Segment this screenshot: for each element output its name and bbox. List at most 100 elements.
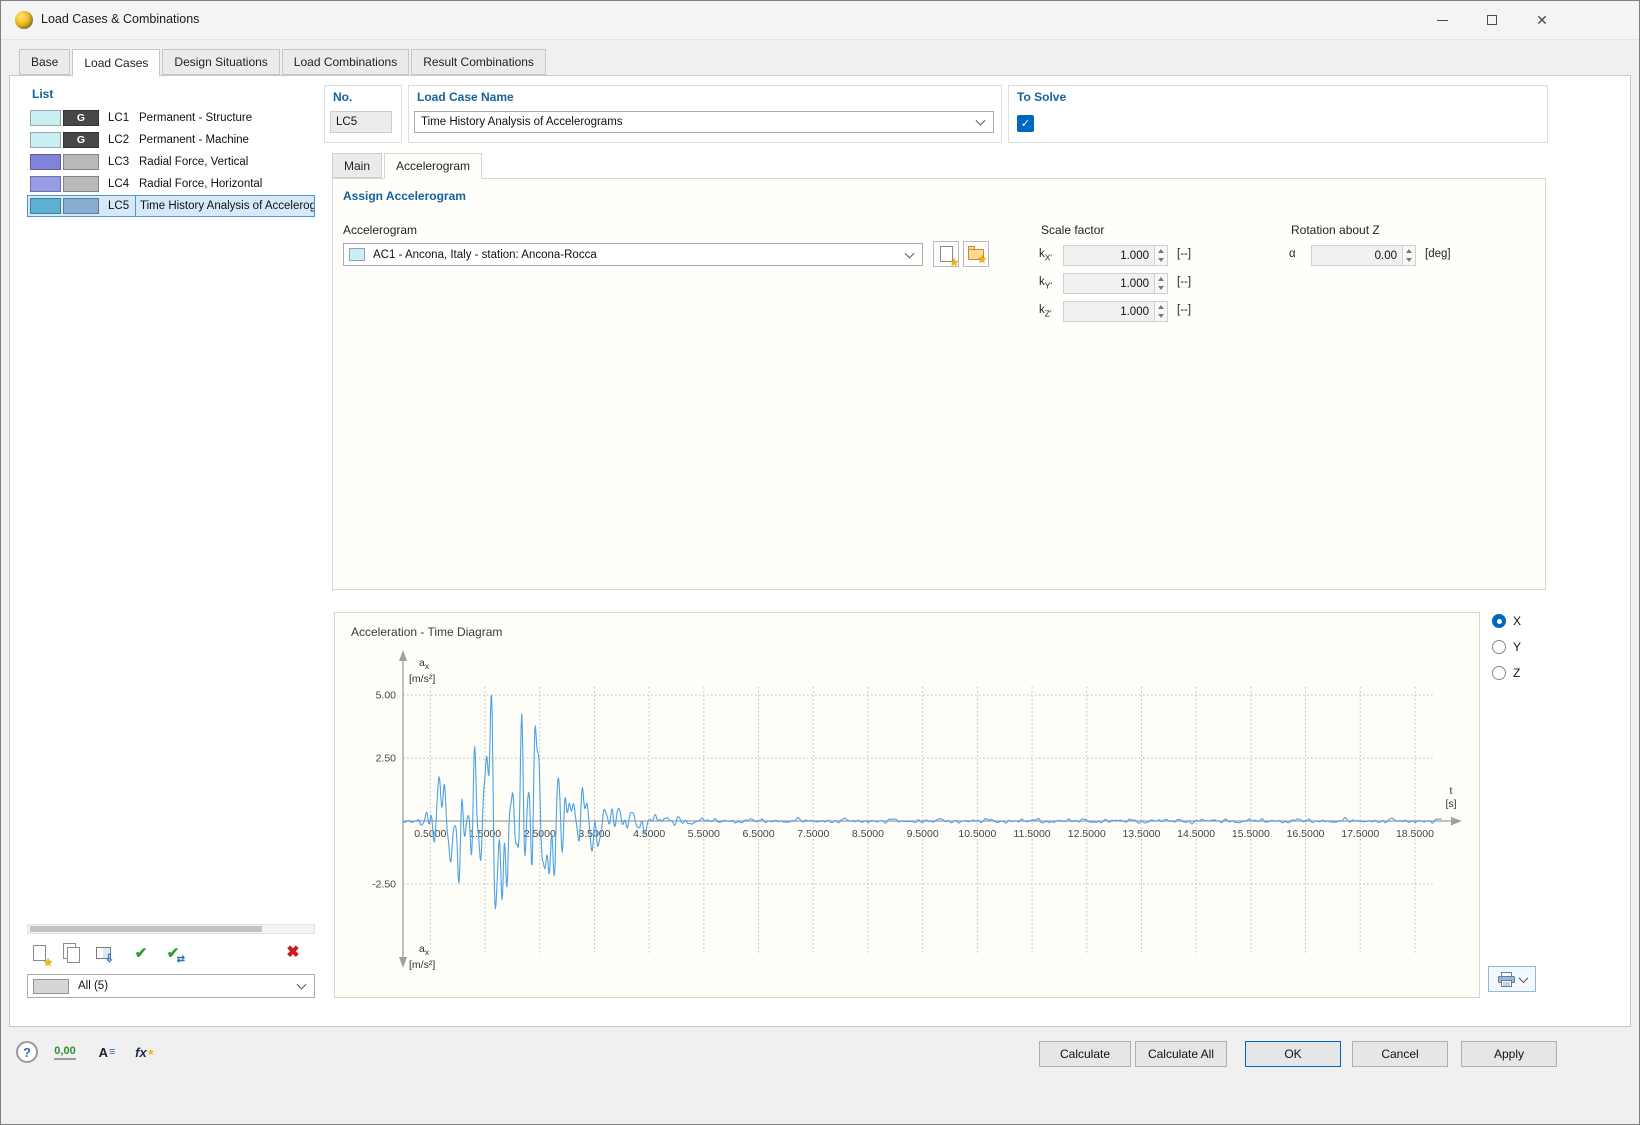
radio-z[interactable]: Z bbox=[1492, 666, 1520, 680]
tab-main[interactable]: Main bbox=[332, 153, 382, 178]
color-swatch bbox=[30, 154, 61, 170]
help-button[interactable]: ? bbox=[13, 1039, 41, 1065]
accelerogram-library-button[interactable]: ★ bbox=[963, 241, 989, 267]
check-all-button[interactable]: ✔ bbox=[128, 940, 154, 966]
list-item[interactable]: G LC1 Permanent - Structure bbox=[27, 107, 315, 129]
radio-y-label: Y bbox=[1513, 640, 1521, 654]
category-swatch bbox=[63, 154, 99, 170]
svg-text:5.00: 5.00 bbox=[376, 690, 397, 702]
minimize-button[interactable] bbox=[1417, 1, 1467, 39]
maximize-icon bbox=[1487, 15, 1497, 25]
titlebar: Load Cases & Combinations ✕ bbox=[1, 1, 1639, 40]
tab-load-combinations[interactable]: Load Combinations bbox=[282, 49, 409, 75]
svg-text:5.5000: 5.5000 bbox=[688, 828, 720, 840]
new-load-case-button[interactable]: ★ bbox=[26, 940, 52, 966]
svg-text:8.5000: 8.5000 bbox=[852, 828, 884, 840]
cancel-button[interactable]: Cancel bbox=[1352, 1041, 1448, 1067]
load-case-id: LC5 bbox=[108, 200, 135, 212]
copy-to-button[interactable]: ⇩ bbox=[90, 940, 116, 966]
tab-result-combinations[interactable]: Result Combinations bbox=[411, 49, 546, 75]
list-item[interactable]: LC4 Radial Force, Horizontal bbox=[27, 173, 315, 195]
to-solve-label: To Solve bbox=[1017, 90, 1066, 104]
list-header: List bbox=[32, 87, 53, 101]
ky-spinner[interactable] bbox=[1155, 273, 1168, 294]
radio-icon bbox=[1492, 614, 1506, 628]
to-solve-checkbox[interactable]: ✓ bbox=[1017, 115, 1034, 132]
load-case-name: Permanent - Structure bbox=[135, 108, 314, 128]
filter-swatch bbox=[33, 979, 69, 994]
radio-x-label: X bbox=[1513, 614, 1521, 628]
scrollbar-thumb[interactable] bbox=[30, 926, 262, 932]
acceleration-time-chart: 0.50001.50002.50003.50004.50005.50006.50… bbox=[335, 613, 1479, 997]
apply-button[interactable]: Apply bbox=[1461, 1041, 1557, 1067]
accelerogram-label: Accelerogram bbox=[343, 223, 417, 237]
delete-load-case-button[interactable]: ✖ bbox=[280, 940, 306, 966]
list-horizontal-scrollbar[interactable] bbox=[27, 924, 315, 934]
sub-tabstrip: Main Accelerogram bbox=[332, 153, 482, 178]
color-swatch bbox=[30, 198, 61, 214]
star-icon: ★ bbox=[977, 255, 987, 266]
accelerogram-dropdown[interactable]: AC1 - Ancona, Italy - station: Ancona-Ro… bbox=[343, 243, 923, 266]
ok-button[interactable]: OK bbox=[1245, 1041, 1341, 1067]
load-case-number-field[interactable]: LC5 bbox=[330, 111, 392, 133]
kx-spinner[interactable] bbox=[1155, 245, 1168, 266]
kz-unit: [--] bbox=[1177, 304, 1191, 316]
tab-load-cases[interactable]: Load Cases bbox=[72, 49, 160, 77]
svg-text:16.5000: 16.5000 bbox=[1287, 828, 1325, 840]
app-icon bbox=[15, 11, 33, 29]
load-case-name-value: Time History Analysis of Accelerograms bbox=[421, 116, 623, 128]
display-settings-button[interactable]: A≡ bbox=[93, 1039, 121, 1065]
svg-text:15.5000: 15.5000 bbox=[1232, 828, 1270, 840]
load-case-name: Permanent - Machine bbox=[135, 130, 314, 150]
svg-text:9.5000: 9.5000 bbox=[907, 828, 939, 840]
chevron-down-icon bbox=[1518, 973, 1528, 983]
lines-icon: ≡ bbox=[109, 1046, 115, 1058]
kz-label: kZ' bbox=[1039, 304, 1052, 318]
list-item-selected[interactable]: LC5 Time History Analysis of Accelerogra… bbox=[27, 195, 315, 217]
decimal-places-button[interactable]: 0,00 bbox=[51, 1039, 79, 1065]
close-button[interactable]: ✕ bbox=[1517, 1, 1567, 39]
list-filter-dropdown[interactable]: All (5) bbox=[27, 974, 315, 998]
calculate-all-button[interactable]: Calculate All bbox=[1135, 1041, 1227, 1067]
load-case-name-dropdown[interactable]: Time History Analysis of Accelerograms bbox=[414, 111, 994, 133]
radio-y[interactable]: Y bbox=[1492, 640, 1521, 654]
new-accelerogram-button[interactable]: ★ bbox=[933, 241, 959, 267]
category-swatch bbox=[63, 176, 99, 192]
svg-text:12.5000: 12.5000 bbox=[1068, 828, 1106, 840]
function-button[interactable]: fx★ bbox=[131, 1039, 159, 1065]
maximize-button[interactable] bbox=[1467, 1, 1517, 39]
print-button[interactable] bbox=[1488, 966, 1536, 992]
alpha-unit: [deg] bbox=[1425, 248, 1451, 260]
alpha-input[interactable]: 0.00 bbox=[1311, 245, 1403, 266]
list-item[interactable]: LC3 Radial Force, Vertical bbox=[27, 151, 315, 173]
svg-text:11.5000: 11.5000 bbox=[1013, 828, 1050, 840]
ky-label: kY' bbox=[1039, 276, 1052, 290]
assign-accelerogram-group: Assign Accelerogram Accelerogram AC1 - A… bbox=[332, 178, 1546, 590]
load-cases-dialog: Load Cases & Combinations ✕ Base Load Ca… bbox=[0, 0, 1640, 1125]
color-swatch bbox=[30, 176, 61, 192]
category-swatch: G bbox=[63, 110, 99, 126]
svg-text:10.5000: 10.5000 bbox=[958, 828, 996, 840]
display-settings-icon: A bbox=[99, 1045, 108, 1060]
load-case-id: LC2 bbox=[108, 134, 135, 146]
radio-x[interactable]: X bbox=[1492, 614, 1521, 628]
no-panel: No. LC5 bbox=[324, 85, 402, 143]
svg-text:3.5000: 3.5000 bbox=[578, 828, 610, 840]
tab-design-situations[interactable]: Design Situations bbox=[162, 49, 279, 75]
calculate-button[interactable]: Calculate bbox=[1039, 1041, 1131, 1067]
copy-load-case-button[interactable] bbox=[58, 940, 84, 966]
category-swatch: G bbox=[63, 132, 99, 148]
check-sync-button[interactable]: ✔⇄ bbox=[160, 940, 186, 966]
kz-spinner[interactable] bbox=[1155, 301, 1168, 322]
tab-accelerogram[interactable]: Accelerogram bbox=[384, 153, 482, 179]
tab-base[interactable]: Base bbox=[19, 49, 70, 75]
kx-input[interactable]: 1.000 bbox=[1063, 245, 1155, 266]
svg-text:14.5000: 14.5000 bbox=[1177, 828, 1215, 840]
list-item[interactable]: G LC2 Permanent - Machine bbox=[27, 129, 315, 151]
svg-text:17.5000: 17.5000 bbox=[1341, 828, 1379, 840]
minimize-icon bbox=[1437, 20, 1448, 21]
kz-input[interactable]: 1.000 bbox=[1063, 301, 1155, 322]
alpha-spinner[interactable] bbox=[1403, 245, 1416, 266]
copy-icon-back bbox=[67, 947, 80, 963]
ky-input[interactable]: 1.000 bbox=[1063, 273, 1155, 294]
